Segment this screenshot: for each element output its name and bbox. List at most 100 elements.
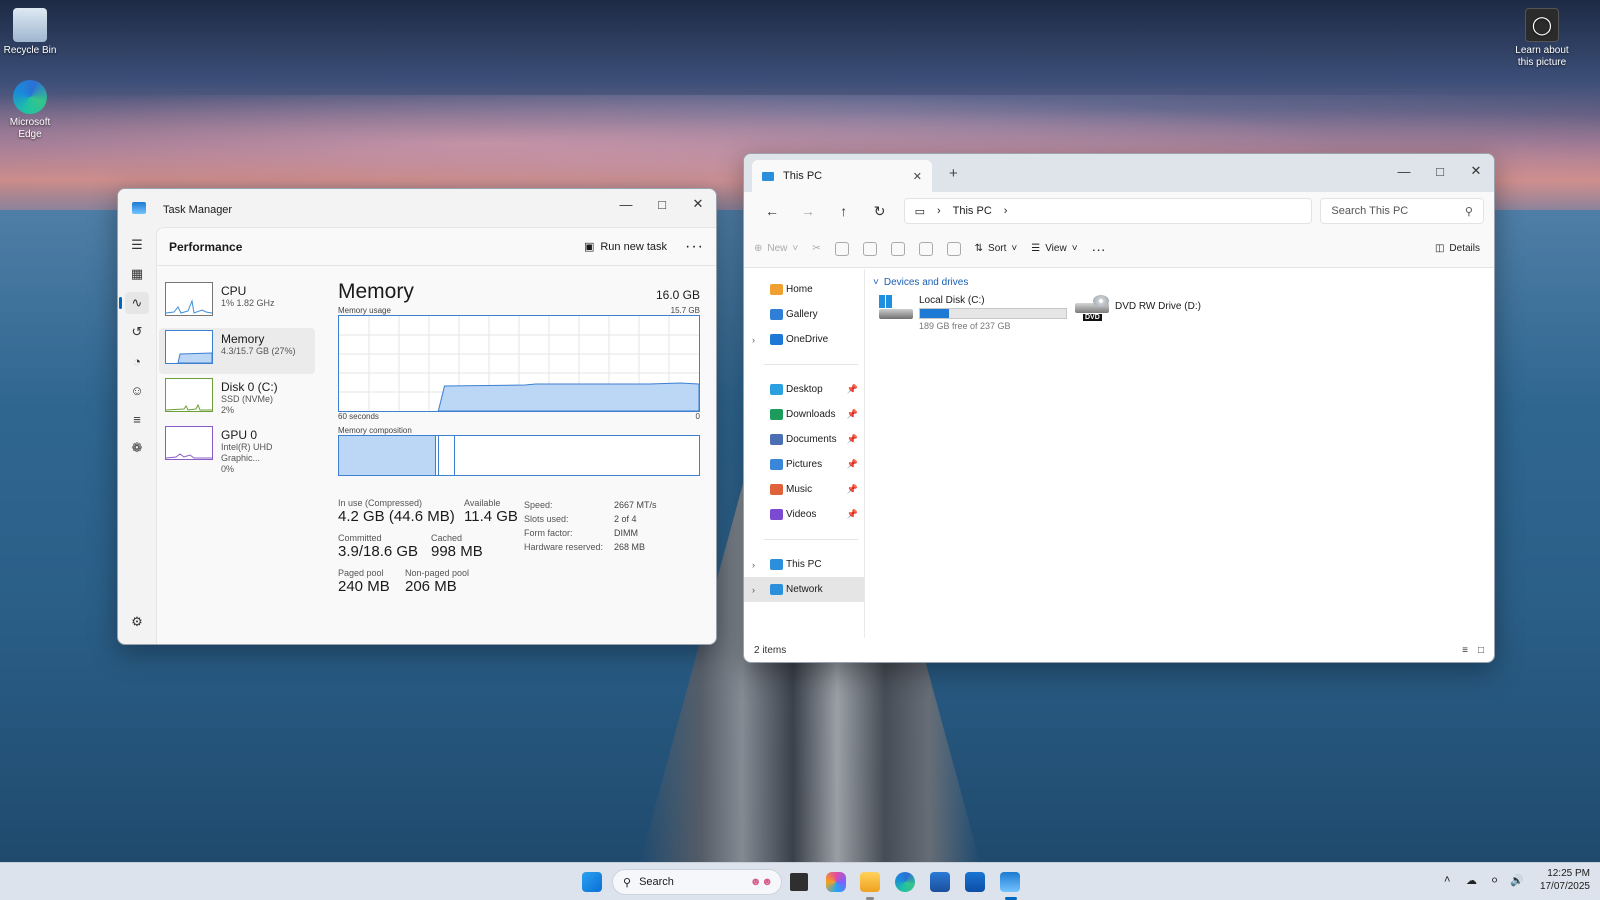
services-icon[interactable]: ❁ — [125, 437, 149, 459]
back-arrow-icon[interactable]: ← — [754, 203, 790, 219]
task-manager-icon[interactable] — [1000, 872, 1020, 892]
search-icon: ⚲ — [1464, 205, 1473, 218]
in-use-value: 4.2 GB (44.6 MB) — [338, 508, 455, 525]
memory-usage-graph — [338, 315, 700, 412]
desktop-icon-recycle-bin[interactable]: Recycle Bin — [0, 8, 60, 57]
hamburger-menu-icon[interactable]: ☰ — [125, 234, 149, 256]
app-history-icon[interactable]: ↺ — [125, 321, 149, 343]
perf-item-disk[interactable]: Disk 0 (C:) SSD (NVMe) 2% — [159, 376, 315, 422]
drive-local-disk-c[interactable]: Local Disk (C:) 189 GB free of 237 GB — [879, 295, 1067, 331]
tiles-view-icon[interactable]: □ — [1478, 645, 1484, 656]
taskbar-search[interactable]: ⚲ Search ☻☻ — [612, 869, 782, 895]
sidebar-item-home[interactable]: Home — [744, 277, 864, 302]
sidebar-item-videos[interactable]: Videos 📌 — [744, 502, 864, 527]
desktop-icon-label: Recycle Bin — [3, 45, 57, 56]
close-tab-icon[interactable]: ✕ — [913, 170, 922, 183]
new-label: New — [767, 243, 788, 254]
group-header[interactable]: ˅ Devices and drives — [873, 277, 1486, 288]
sidebar-item-label: Network — [786, 584, 823, 595]
copilot-icon[interactable] — [826, 872, 846, 892]
copy-button[interactable] — [834, 241, 849, 256]
memory-specs: Speed: 2667 MT/s Slots used: 2 of 4 Form f… — [524, 498, 657, 595]
sidebar-item-documents[interactable]: Documents 📌 — [744, 427, 864, 452]
forward-arrow-icon[interactable]: → — [790, 203, 826, 219]
edge-icon[interactable] — [895, 872, 915, 892]
sidebar-item-onedrive[interactable]: › OneDrive — [744, 327, 864, 352]
outlook-icon[interactable] — [965, 872, 985, 892]
paged-pool-label: Paged pool — [338, 568, 384, 578]
sidebar-item-gallery[interactable]: Gallery — [744, 302, 864, 327]
paste-button[interactable] — [862, 241, 877, 256]
maximize-button[interactable]: □ — [1422, 156, 1458, 186]
chevron-right-icon[interactable]: › — [752, 335, 755, 345]
rename-button[interactable] — [890, 241, 905, 256]
tab-this-pc[interactable]: This PC ✕ — [752, 160, 932, 192]
pin-icon: 📌 — [846, 434, 858, 444]
search-input[interactable]: Search This PC ⚲ — [1320, 198, 1484, 224]
sidebar-item-music[interactable]: Music 📌 — [744, 477, 864, 502]
cached-label: Cached — [431, 533, 463, 543]
sidebar-item-pictures[interactable]: Pictures 📌 — [744, 452, 864, 477]
more-options-icon[interactable]: ··· — [1092, 241, 1106, 257]
perf-item-gpu[interactable]: GPU 0 Intel(R) UHD Graphic... 0% — [159, 424, 315, 474]
speaker-icon[interactable]: 🔊 — [1510, 874, 1524, 887]
address-bar[interactable]: ▭ › This PC › — [903, 198, 1313, 224]
perf-item-memory[interactable]: Memory 4.3/15.7 GB (27%) — [159, 328, 315, 374]
sidebar-item-label: Desktop — [786, 384, 823, 395]
sidebar-item-network[interactable]: › Network — [744, 577, 864, 602]
minimize-button[interactable]: — — [1386, 156, 1422, 186]
refresh-icon[interactable]: ↻ — [862, 203, 898, 220]
share-button[interactable] — [918, 241, 933, 256]
learn-about-picture[interactable]: ◯ Learn about this picture — [1510, 8, 1574, 69]
processes-icon[interactable]: ▦ — [125, 263, 149, 285]
perf-item-sub: 4.3/15.7 GB (27%) — [221, 346, 296, 356]
file-explorer-icon[interactable] — [860, 872, 880, 892]
perf-item-cpu[interactable]: CPU 1% 1.82 GHz — [159, 280, 315, 326]
close-button[interactable]: ✕ — [680, 189, 716, 219]
performance-icon[interactable]: ∿ — [119, 292, 149, 314]
new-tab-button[interactable]: + — [949, 165, 958, 182]
view-button[interactable]: ☰ View ˅ — [1031, 243, 1077, 254]
cloud-offline-icon[interactable]: ☁ — [1466, 874, 1477, 887]
delete-button[interactable] — [946, 241, 961, 256]
users-icon[interactable]: ☺ — [125, 379, 149, 401]
new-button[interactable]: ⊕ New ˅ — [754, 243, 798, 254]
edge-icon — [13, 80, 47, 114]
chevron-up-icon[interactable]: ˄ — [1444, 874, 1450, 886]
details-icon[interactable]: ≡ — [125, 408, 149, 430]
sidebar-item-this-pc[interactable]: › This PC — [744, 552, 864, 577]
plus-circle-icon: ⊕ — [754, 243, 763, 254]
chevron-right-icon[interactable]: › — [752, 585, 755, 595]
sidebar-item-downloads[interactable]: Downloads 📌 — [744, 402, 864, 427]
details-pane-button[interactable]: ◫ Details — [1435, 243, 1480, 254]
this-pc-icon — [762, 171, 774, 181]
close-button[interactable]: ✕ — [1458, 156, 1494, 186]
available-label: Available — [464, 498, 501, 508]
run-new-task-button[interactable]: ▣ Run new task — [584, 240, 667, 254]
up-arrow-icon[interactable]: ↑ — [826, 203, 862, 219]
microsoft-store-icon[interactable] — [930, 872, 950, 892]
chevron-right-icon[interactable]: › — [752, 560, 755, 570]
details-view-icon[interactable]: ≡ — [1462, 645, 1468, 656]
minimize-button[interactable]: — — [608, 189, 644, 219]
maximize-button[interactable]: □ — [644, 189, 680, 219]
drive-dvd-rw-d[interactable]: DVD DVD RW Drive (D:) — [1075, 295, 1201, 321]
camera-icon: ◯ — [1525, 8, 1559, 42]
cut-button[interactable]: ✂ — [812, 243, 820, 254]
chevron-right-icon[interactable]: › — [1004, 205, 1008, 217]
sidebar-item-label: Videos — [786, 509, 817, 520]
startup-apps-icon[interactable]: ◔ — [125, 350, 149, 372]
sidebar-item-desktop[interactable]: Desktop 📌 — [744, 377, 864, 402]
start-windows-icon[interactable] — [582, 872, 602, 892]
settings-gear-icon[interactable]: ⚙ — [125, 611, 149, 633]
desktop-icon-edge[interactable]: Microsoft Edge — [0, 80, 60, 141]
globe-icon[interactable]: ⚪ — [1490, 874, 1499, 887]
task-view-icon[interactable] — [790, 873, 808, 891]
sort-button[interactable]: ⇅ Sort ˅ — [975, 243, 1018, 254]
breadcrumb[interactable]: This PC — [953, 205, 992, 217]
more-options-icon[interactable]: ··· — [685, 238, 704, 256]
system-clock[interactable]: 12:25 PM 17/07/2025 — [1540, 867, 1590, 893]
sort-icon: ⇅ — [974, 243, 984, 254]
search-highlight-icon: ☻☻ — [749, 876, 773, 888]
cloud-icon — [770, 334, 783, 345]
